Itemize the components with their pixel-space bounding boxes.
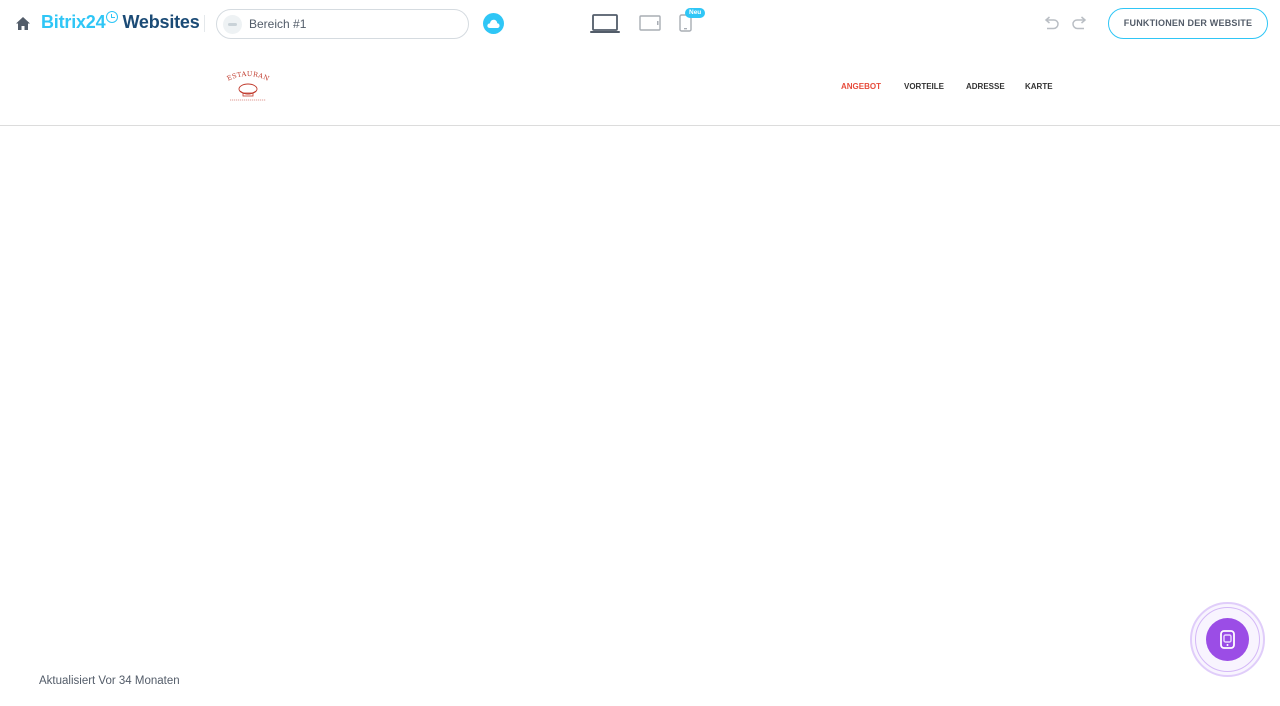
nav-link-vorteile[interactable]: VORTEILE xyxy=(904,82,944,91)
tablet-icon[interactable] xyxy=(639,15,661,31)
brand-prefix: Bitrix24 xyxy=(41,12,106,32)
logo-text: RESTAURANT xyxy=(222,70,270,83)
section-thumbnail-icon xyxy=(223,15,242,34)
site-header-preview: RESTAURANT ANGEBOT VORTEILE ADRESSE KART… xyxy=(0,48,1280,126)
last-updated-text: Aktualisiert Vor 34 Monaten xyxy=(39,675,180,687)
restaurant-logo[interactable]: RESTAURANT xyxy=(222,70,274,104)
svg-text:RESTAURANT: RESTAURANT xyxy=(222,70,271,83)
nav-link-adresse[interactable]: ADRESSE xyxy=(966,82,1005,91)
new-badge: Neu xyxy=(685,8,706,18)
section-selector[interactable]: Bereich #1 xyxy=(216,9,469,39)
nav-link-angebot[interactable]: ANGEBOT xyxy=(841,82,881,91)
clock-icon xyxy=(106,11,119,23)
assistant-button[interactable] xyxy=(1190,602,1265,677)
redo-icon[interactable] xyxy=(1072,16,1088,30)
editor-toolbar: Bitrix24 Websites Bereich #1 Neu FUNKTION… xyxy=(0,0,1280,48)
section-label: Bereich #1 xyxy=(249,17,307,31)
cloud-icon[interactable] xyxy=(483,13,504,34)
home-icon[interactable] xyxy=(16,17,30,30)
toolbar-divider xyxy=(204,15,205,32)
website-features-button[interactable]: FUNKTIONEN DER WEBSITE xyxy=(1108,8,1268,39)
nav-link-karte[interactable]: KARTE xyxy=(1025,82,1053,91)
desktop-icon[interactable] xyxy=(590,14,620,34)
assistant-icon xyxy=(1206,618,1249,661)
brand-logo[interactable]: Bitrix24 Websites xyxy=(41,11,200,33)
brand-suffix: Websites xyxy=(122,12,200,32)
undo-icon[interactable] xyxy=(1043,16,1059,30)
